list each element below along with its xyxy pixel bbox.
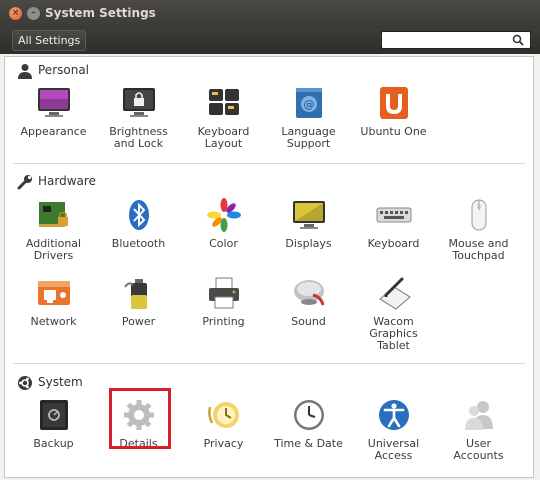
wrench-icon <box>17 175 32 190</box>
item-wacom-tablet[interactable]: Wacom Graphics Tablet <box>351 275 436 352</box>
item-language-support[interactable]: @ Language Support <box>266 85 351 150</box>
bluetooth-icon <box>128 200 149 230</box>
network-icon <box>37 281 70 305</box>
additional-drivers-icon <box>38 202 68 227</box>
power-icon <box>123 279 147 309</box>
item-time-date[interactable]: Time & Date <box>266 397 351 450</box>
item-label: Network <box>30 315 77 328</box>
svg-text:@: @ <box>303 98 314 111</box>
clock-icon <box>293 400 324 430</box>
universal-access-icon <box>378 400 409 430</box>
item-label: Ubuntu One <box>360 125 427 138</box>
keyboard-layout-icon <box>208 89 239 115</box>
item-displays[interactable]: Displays <box>266 197 351 250</box>
displays-icon <box>292 201 325 229</box>
item-label: Printing <box>202 315 245 328</box>
sound-icon <box>293 280 324 306</box>
item-label: Power <box>121 315 156 328</box>
item-color[interactable]: Color <box>181 197 266 250</box>
system-settings-window: × – System Settings All Settings Persona… <box>0 0 540 480</box>
item-bluetooth[interactable]: Bluetooth <box>96 197 181 250</box>
all-settings-button[interactable]: All Settings <box>12 30 87 51</box>
item-keyboard-layout[interactable]: Keyboard Layout <box>181 85 266 150</box>
mouse-icon <box>471 199 486 231</box>
item-user-accounts[interactable]: User Accounts <box>436 397 521 462</box>
keyboard-icon <box>376 207 411 223</box>
item-label: Sound <box>291 315 326 328</box>
title-bar: × – System Settings <box>0 0 540 28</box>
minimize-window-button[interactable]: – <box>27 7 40 20</box>
item-additional-drivers[interactable]: Additional Drivers <box>11 197 96 262</box>
item-privacy[interactable]: Privacy <box>181 397 266 450</box>
close-window-button[interactable]: × <box>9 7 22 20</box>
item-label: Mouse and Touchpad <box>448 237 509 262</box>
backup-safe-icon <box>39 400 68 430</box>
item-label: Color <box>209 237 238 250</box>
item-printing[interactable]: Printing <box>181 275 266 328</box>
item-mouse-touchpad[interactable]: Mouse and Touchpad <box>436 197 521 262</box>
item-ubuntu-one[interactable]: Ubuntu One <box>351 85 436 138</box>
item-label: Keyboard <box>367 237 420 250</box>
item-label: Universal Access <box>367 437 420 462</box>
item-universal-access[interactable]: Universal Access <box>351 397 436 462</box>
window-title: System Settings <box>45 6 156 20</box>
item-label: Backup <box>33 437 74 450</box>
item-label: Appearance <box>20 125 87 138</box>
settings-content: Personal Appearance Brightness and Lock <box>4 56 534 478</box>
item-label: Language Support <box>281 125 336 150</box>
search-icon <box>512 34 524 46</box>
item-label: Additional Drivers <box>25 237 82 262</box>
item-label: Bluetooth <box>111 237 166 250</box>
wacom-tablet-icon <box>378 277 411 310</box>
item-label: Time & Date <box>274 437 343 450</box>
search-input[interactable] <box>381 31 531 49</box>
details-highlight-box <box>109 388 171 449</box>
color-icon <box>206 198 241 232</box>
item-appearance[interactable]: Appearance <box>11 85 96 138</box>
appearance-icon <box>37 88 70 117</box>
ubuntu-one-icon <box>379 87 408 119</box>
section-label: Personal <box>38 63 90 77</box>
item-sound[interactable]: Sound <box>266 275 351 328</box>
item-label: Privacy <box>203 437 244 450</box>
item-label: Keyboard Layout <box>197 125 250 150</box>
item-network[interactable]: Network <box>11 275 96 328</box>
item-backup[interactable]: Backup <box>11 397 96 450</box>
brightness-lock-icon <box>122 88 155 117</box>
printer-icon <box>208 277 239 309</box>
user-accounts-icon <box>464 401 493 430</box>
item-brightness-lock[interactable]: Brightness and Lock <box>96 85 181 150</box>
section-divider <box>13 163 525 164</box>
item-label: Wacom Graphics Tablet <box>369 315 418 352</box>
person-icon <box>18 64 32 79</box>
language-support-icon: @ <box>295 88 322 118</box>
item-label: User Accounts <box>453 437 504 462</box>
privacy-icon <box>207 402 239 428</box>
system-icon <box>18 376 32 390</box>
section-divider <box>13 363 525 364</box>
item-label: Displays <box>285 237 332 250</box>
section-label: System <box>38 375 83 389</box>
toolbar: All Settings <box>0 28 540 54</box>
section-label: Hardware <box>38 174 96 188</box>
item-power[interactable]: Power <box>96 275 181 328</box>
item-keyboard[interactable]: Keyboard <box>351 197 436 250</box>
item-label: Brightness and Lock <box>109 125 168 150</box>
